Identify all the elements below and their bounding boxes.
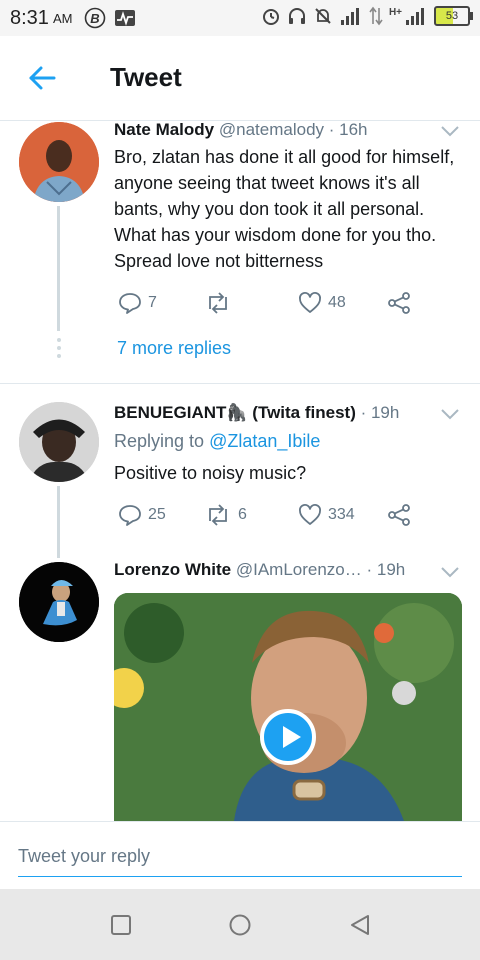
tweet-time: · 19h <box>360 403 400 422</box>
status-ampm: AM <box>52 10 73 26</box>
tweet-text: Bro, zlatan has done it all good for him… <box>114 147 455 271</box>
tweet-time: · 19h <box>366 560 406 579</box>
reply-bar <box>0 821 480 890</box>
system-nav-bar <box>0 889 480 960</box>
thread-line <box>57 486 60 558</box>
tweet-header: BENUEGIANT🦍 (Twita finest) · 19h <box>114 403 399 423</box>
status-bar: 8:31 AM B H+ 53 <box>0 0 480 36</box>
back-triangle-icon[interactable] <box>348 913 372 937</box>
avatar[interactable] <box>19 402 99 482</box>
like-icon <box>299 292 321 313</box>
avatar-portrait-icon <box>19 562 99 642</box>
avatar[interactable] <box>19 122 99 202</box>
svg-text:B: B <box>91 11 100 26</box>
tweet-text: Positive to noisy music? <box>114 463 307 483</box>
retweet-icon <box>209 504 227 526</box>
share-button[interactable] <box>387 503 411 527</box>
avatar-portrait-icon <box>19 402 99 482</box>
like-icon <box>299 504 321 525</box>
chevron-down-icon[interactable] <box>440 125 460 137</box>
tweet-header: Lorenzo White @IAmLorenzo… · 19h <box>114 560 405 580</box>
video-thumbnail[interactable] <box>114 593 462 821</box>
app-header: Tweet <box>0 36 480 121</box>
activity-icon <box>115 10 136 26</box>
tweet-header: Nate Malody @natemalody · 16h <box>114 120 368 140</box>
thread-line <box>57 206 60 331</box>
network-type-label: H+ <box>388 6 402 18</box>
retweet-count: 6 <box>238 506 247 523</box>
alarm-icon <box>262 9 279 25</box>
replying-to-line: Replying to @Zlatan_Ibile <box>114 428 464 454</box>
mute-icon <box>315 8 331 24</box>
reply-count: 25 <box>148 506 166 523</box>
retweet-button[interactable]: 6 <box>204 503 247 527</box>
reply-icon <box>119 293 141 314</box>
display-name[interactable]: Lorenzo White <box>114 560 231 579</box>
share-icon <box>388 292 410 314</box>
signal-2-icon <box>406 8 424 25</box>
like-button[interactable]: 334 <box>298 503 355 527</box>
thread-dots-icon <box>57 338 61 358</box>
reply-button[interactable]: 25 <box>118 503 166 527</box>
reply-icon <box>119 505 141 526</box>
replying-to-label: Replying to <box>114 431 205 451</box>
reply-button[interactable]: 7 <box>118 291 157 315</box>
back-arrow-icon[interactable] <box>28 64 56 92</box>
like-count: 334 <box>328 506 355 523</box>
user-handle[interactable]: @natemalody <box>219 120 324 139</box>
retweet-icon <box>209 292 227 314</box>
avatar-portrait-icon <box>19 122 99 202</box>
b-badge-icon: B <box>85 7 106 29</box>
page-title: Tweet <box>110 62 182 92</box>
video-frame-image <box>114 593 462 821</box>
reply-count: 7 <box>148 294 157 311</box>
avatar[interactable] <box>19 562 99 642</box>
like-button[interactable]: 48 <box>298 291 346 315</box>
user-handle[interactable]: @IAmLorenzo… <box>236 560 362 579</box>
share-icon <box>388 504 410 526</box>
retweet-button[interactable] <box>204 291 238 315</box>
like-count: 48 <box>328 294 346 311</box>
status-left-icons: B <box>84 7 136 29</box>
battery-indicator: 53 <box>434 6 473 26</box>
signal-icon <box>340 8 359 25</box>
recents-icon[interactable] <box>109 913 133 937</box>
play-icon[interactable] <box>260 709 316 765</box>
status-right-icons: H+ 53 <box>261 6 473 26</box>
tweet-time: · 16h <box>328 120 368 139</box>
headphones-icon <box>288 8 305 24</box>
reply-input[interactable] <box>18 836 462 877</box>
status-time: 8:31 <box>10 6 49 29</box>
chevron-down-icon[interactable] <box>440 408 460 420</box>
data-arrows-icon <box>369 6 383 26</box>
display-name[interactable]: BENUEGIANT🦍 (Twita finest) <box>114 403 356 422</box>
display-name[interactable]: Nate Malody <box>114 120 214 139</box>
share-button[interactable] <box>387 291 411 315</box>
replying-to-mention[interactable]: @Zlatan_Ibile <box>209 431 320 451</box>
chevron-down-icon[interactable] <box>440 566 460 578</box>
home-icon[interactable] <box>228 913 252 937</box>
more-replies-link[interactable]: 7 more replies <box>117 338 231 359</box>
divider <box>0 383 480 384</box>
